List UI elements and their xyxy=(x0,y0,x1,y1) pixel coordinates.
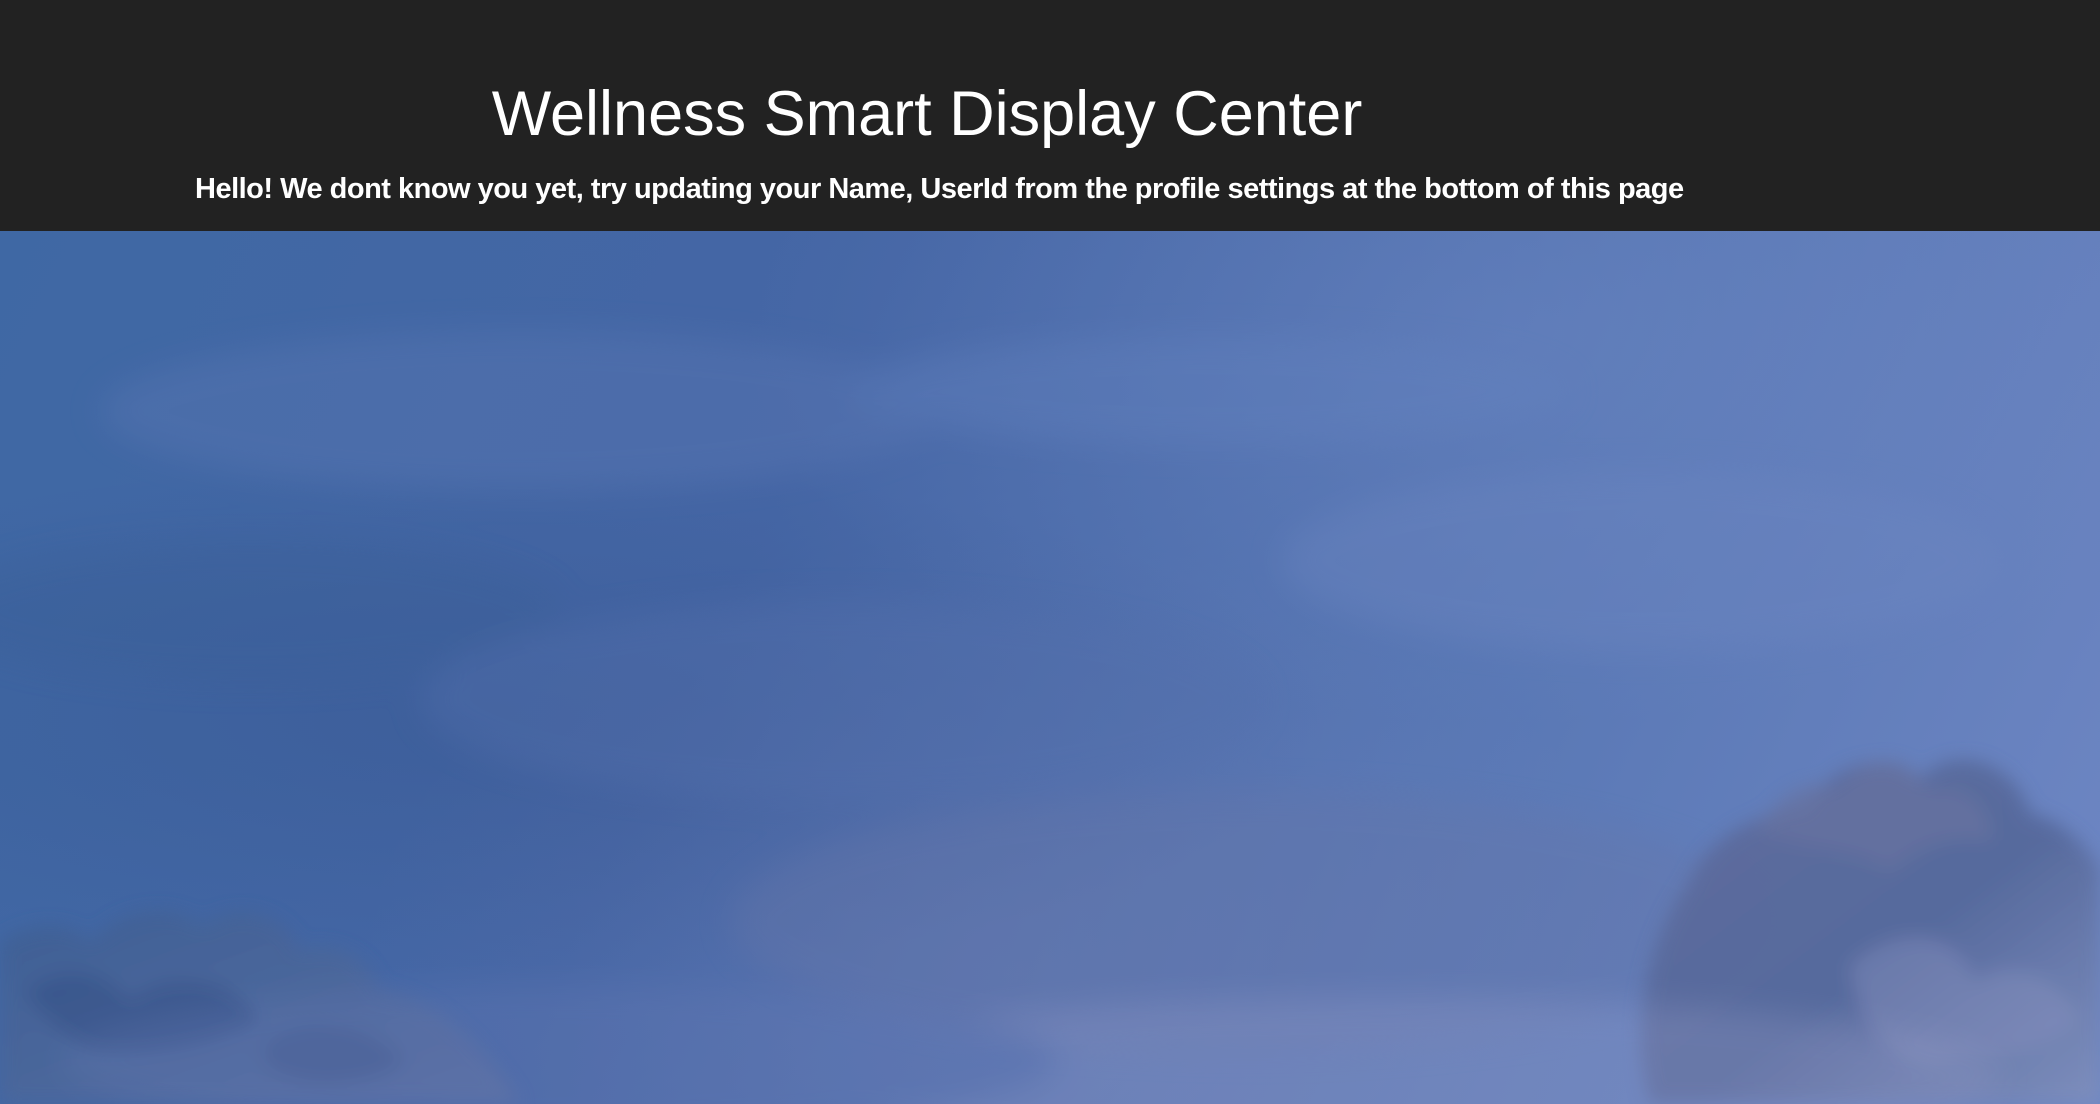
sky-with-clouds-image xyxy=(0,331,2100,1104)
page-title: Wellness Smart Display Center xyxy=(491,79,1363,149)
profile-greeting-message: Hello! We dont know you yet, try updatin… xyxy=(195,173,1684,205)
page-header: Wellness Smart Display Center Hello! We … xyxy=(0,0,2100,231)
wellness-display-page: Wellness Smart Display Center Hello! We … xyxy=(0,0,2100,1104)
sky-background-image xyxy=(0,231,2100,1104)
